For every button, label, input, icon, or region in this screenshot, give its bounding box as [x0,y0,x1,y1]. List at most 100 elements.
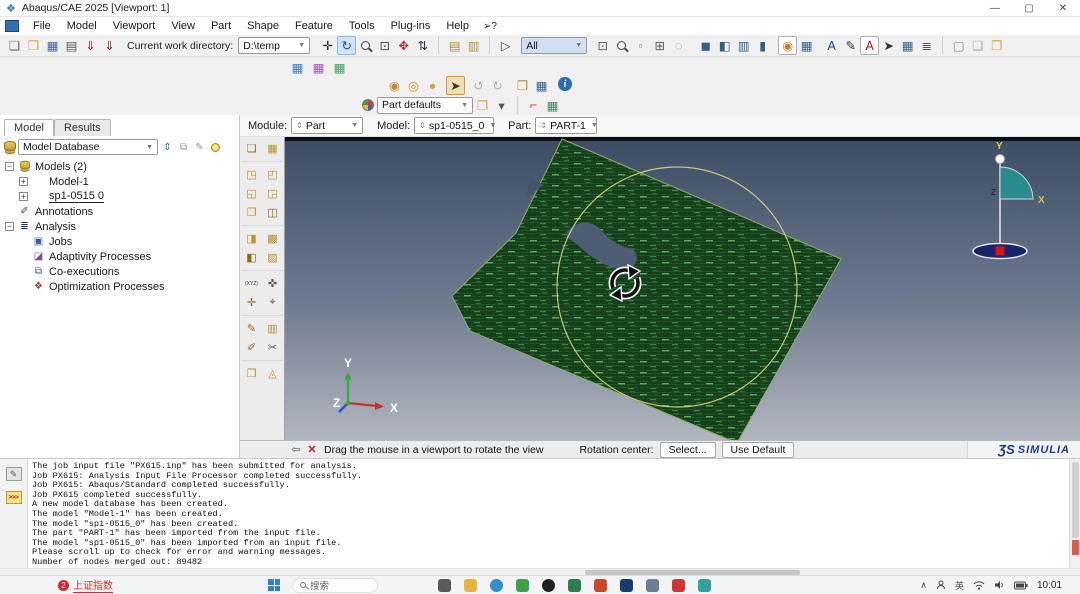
color-code-combo[interactable]: Part defaults▼ [377,97,473,114]
taskbar-photos-app[interactable] [620,579,633,592]
box-zoom-icon[interactable]: ⊡ [375,36,394,55]
tree-item-co-executions[interactable]: ⧉Co-executions [0,264,239,279]
menu-model[interactable]: Model [59,18,105,34]
mesh-tool-icon[interactable]: ▦ [288,58,307,77]
message-horizontal-scrollbar[interactable] [0,568,1080,575]
taskbar-notes-app[interactable] [698,579,711,592]
taskbar-edge-browser[interactable] [490,579,503,592]
viewport-system-icon[interactable] [5,20,19,32]
model-combo[interactable]: ⇕sp1-0515_0▼ [414,117,494,134]
taskbar-media-app[interactable] [542,579,555,592]
render-exact-icon[interactable]: ▮ [753,36,772,55]
monitor-job-icon[interactable]: ⇓ [100,36,119,55]
tray-expand-icon[interactable]: ∧ [920,580,927,591]
render-shaded-icon[interactable]: ▥ [734,36,753,55]
close-button[interactable]: ✕ [1046,0,1080,16]
tree-item-optimization-processes[interactable]: ❖Optimization Processes [0,279,239,294]
select-circle-pair-icon[interactable]: ◉ [385,76,404,95]
tree-item-models-2[interactable]: −Models (2) [0,159,239,174]
save-model-icon[interactable]: ▦ [43,36,62,55]
module-combo[interactable]: ⇕Part▼ [291,117,363,134]
cycle-views-icon[interactable]: ⇅ [413,36,432,55]
restore-button[interactable]: ▢ [1012,0,1046,16]
pattern-icon[interactable]: ▩ [262,229,283,248]
create-datum-plane-icon[interactable]: ✛ [241,293,262,312]
tab-model[interactable]: Model [4,119,54,136]
info-icon[interactable]: i [558,77,572,91]
shaded-cube-dropdown-icon[interactable]: ❒ [473,96,492,115]
pan-view-icon[interactable]: ✛ [318,36,337,55]
new-model-icon[interactable]: ❏ [5,36,24,55]
partition-face-icon[interactable]: ▧ [262,248,283,267]
section-view-icon[interactable]: ⌐ [524,96,543,115]
annotation-manager-icon[interactable]: ▦ [898,36,917,55]
create-datum-xyz-icon[interactable]: (XYZ) [241,274,262,293]
rotate-view-icon[interactable]: ↻ [337,36,356,55]
tree-item-analysis[interactable]: −≣Analysis [0,219,239,234]
taskbar-app-steel[interactable] [646,579,659,592]
message-log[interactable]: The job input file "PX615.inp" has been … [32,462,1066,568]
menu-help[interactable]: Help [438,18,477,34]
menu-view[interactable]: View [163,18,203,34]
partition-cell-icon[interactable]: ◧ [241,248,262,267]
tree-expander-icon[interactable]: − [5,222,14,231]
work-directory-combo[interactable]: D:\temp▼ [238,37,310,54]
edit-annotation-icon[interactable]: ➤ [879,36,898,55]
create-part-icon[interactable]: ❏ [241,139,262,158]
cube-hidden-icon[interactable]: ❑ [968,36,987,55]
menu-shape[interactable]: Shape [239,18,287,34]
mesh-edit-icon[interactable]: ▦ [309,58,328,77]
tree-item-sp1-0515-0[interactable]: +sp1-0515 0 [0,189,239,204]
viewport-canvas[interactable]: Y X Z Y X Z [285,137,1080,440]
use-default-button[interactable]: Use Default [722,442,795,458]
annotation-line-icon[interactable]: ✎ [841,36,860,55]
color-palette-icon[interactable] [358,96,377,115]
print-icon[interactable]: ▤ [62,36,81,55]
create-datum-axis-icon[interactable]: ✜ [262,274,283,293]
lasso-icon[interactable]: ◌ [669,36,688,55]
previous-step-icon[interactable]: ⇦ [288,443,304,456]
customize-icon[interactable]: ▥ [464,36,483,55]
clipboard-icon[interactable]: ❒ [513,76,532,95]
start-button[interactable] [268,579,280,591]
meshed-part[interactable] [452,139,841,440]
kernel-cli-icon[interactable]: >>> [6,491,22,504]
message-vertical-scrollbar[interactable] [1069,459,1080,568]
tree-item-model-1[interactable]: +Model-1 [0,174,239,189]
annotation-arrow-icon[interactable]: A [822,36,841,55]
dashed-box-icon[interactable]: ▫ [631,36,650,55]
menu-plug-ins[interactable]: Plug-ins [383,18,439,34]
pointer-tool-icon[interactable]: ▷ [496,36,515,55]
mesh-verify-icon[interactable]: ▦ [330,58,349,77]
create-shell-icon[interactable]: ◱ [241,184,262,203]
model-database-combo[interactable]: Model Database▼ [18,139,158,155]
message-area-icon[interactable]: ✎ [6,467,22,481]
tree-spin-icon[interactable]: ⇕ [160,140,175,155]
geometry-edit-icon[interactable]: ❒ [241,364,262,383]
minimize-button[interactable]: — [978,0,1012,16]
tree-item-annotations[interactable]: ✐Annotations [0,204,239,219]
undo-icon[interactable]: ↺ [469,76,488,95]
menu-viewport[interactable]: Viewport [105,18,164,34]
user-icon[interactable] [936,580,946,590]
cube-wireframe-icon[interactable]: ▢ [949,36,968,55]
create-wire-icon[interactable]: ◲ [262,184,283,203]
image-table-icon[interactable]: ▦ [797,36,816,55]
submit-job-icon[interactable]: ⇓ [81,36,100,55]
taskbar-search[interactable]: 搜索 [292,578,378,593]
taskbar-app-green[interactable] [516,579,529,592]
cancel-procedure-icon[interactable]: ✕ [304,443,320,456]
annotation-text-icon[interactable]: A [860,36,879,55]
sketch-icon[interactable]: ✐ [241,338,262,357]
magnify-view-icon[interactable] [356,36,375,55]
menu-file[interactable]: File [25,18,59,34]
tree-edit-icon[interactable]: ✎ [192,140,207,155]
select-arrow-icon[interactable]: ➤ [446,76,465,95]
taskbar-file-explorer[interactable] [464,579,477,592]
part-manager-icon[interactable]: ▦ [262,139,283,158]
taskbar-app-camera[interactable] [438,579,451,592]
zoom-select-icon[interactable] [612,36,631,55]
create-cut-icon[interactable]: ❐ [241,203,262,222]
camera-movie-icon[interactable]: ◉ [778,36,797,55]
battery-icon[interactable] [1014,581,1028,590]
